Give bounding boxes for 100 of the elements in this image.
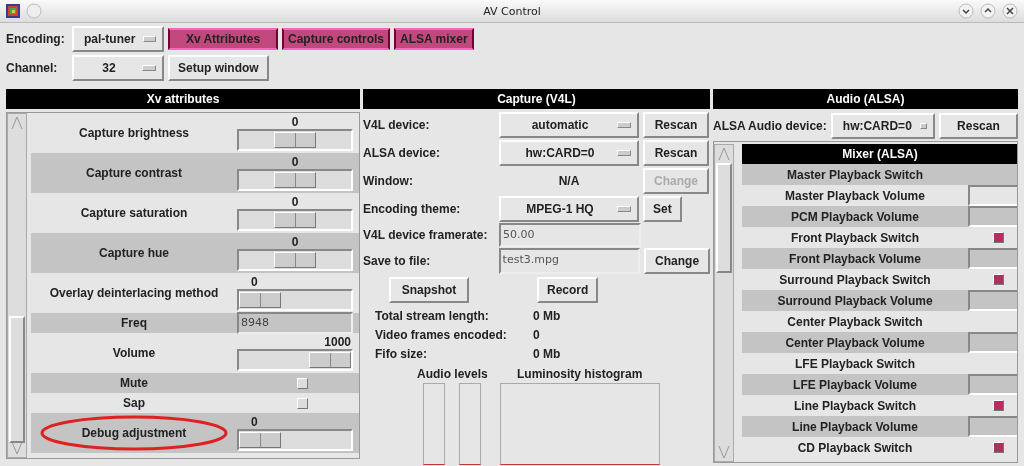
mixer-control-label: PCM Playback Volume	[790, 209, 920, 224]
stat-label: Total stream length:	[375, 308, 490, 323]
rescan-button[interactable]: Rescan	[938, 113, 1018, 139]
volume-field[interactable]	[968, 185, 1017, 206]
slider[interactable]	[237, 169, 353, 191]
field-label: Save to file:	[363, 254, 432, 268]
slider-thumb[interactable]	[309, 352, 351, 368]
window-title: AV Control	[483, 4, 541, 18]
window-value: N/A	[557, 174, 581, 188]
change-button[interactable]: Change	[644, 248, 710, 274]
slider[interactable]	[237, 349, 353, 371]
checkbox[interactable]	[993, 232, 1004, 243]
close-icon[interactable]	[1002, 3, 1018, 19]
slider[interactable]	[237, 129, 353, 151]
checkbox[interactable]	[297, 397, 308, 409]
stat-label: Fifo size:	[375, 346, 428, 361]
mixer-control-label: Master Playback Switch	[785, 167, 925, 182]
mixer-control-label: LFE Playback Volume	[792, 377, 918, 392]
checkbox[interactable]	[993, 442, 1004, 453]
slider[interactable]	[237, 429, 353, 451]
field-label: Encoding theme:	[363, 202, 462, 216]
set-button[interactable]: Set	[643, 196, 682, 222]
scrollbar[interactable]	[7, 113, 27, 458]
checkbox[interactable]	[993, 274, 1004, 285]
mixer-control-label: Front Playback Volume	[788, 251, 922, 266]
stat-value: 0	[533, 327, 540, 342]
slider-thumb[interactable]	[239, 432, 281, 448]
mixer-control-label: Surround Playback Switch	[778, 272, 932, 287]
encoding-theme-dropdown[interactable]: MPEG-1 HQ	[499, 196, 639, 222]
maximize-icon[interactable]	[980, 3, 996, 19]
slider-value: 0	[291, 235, 299, 249]
field-label: V4L device:	[363, 118, 431, 132]
histogram-label: Luminosity histogram	[517, 367, 643, 381]
encoding-label: Encoding:	[6, 32, 66, 46]
stat-value: 0 Mb	[533, 346, 561, 361]
slider[interactable]	[237, 209, 353, 231]
slider-thumb[interactable]	[274, 132, 316, 148]
attribute-label: Sap	[122, 396, 146, 410]
checkbox[interactable]	[297, 377, 308, 389]
attribute-label: Overlay deinterlacing method	[48, 286, 220, 300]
mixer-control-label: Center Playback Volume	[784, 335, 926, 350]
audio-levels-label: Audio levels	[417, 367, 488, 381]
mixer-control-label: Front Playback Switch	[789, 230, 920, 245]
alsa-device-dropdown[interactable]: hw:CARD=0	[499, 140, 639, 166]
alsa-audio-device-dropdown[interactable]: hw:CARD=0	[830, 113, 935, 139]
panel-header: Audio (ALSA)	[713, 89, 1018, 109]
file-field[interactable]: test3.mpg	[498, 248, 641, 274]
panel-header: Xv attributes	[6, 89, 360, 109]
slider-value: 0	[251, 275, 258, 289]
stat-value: 0 Mb	[533, 308, 561, 323]
attribute-label: Mute	[119, 376, 149, 390]
slider[interactable]	[237, 289, 353, 311]
minimize-icon[interactable]	[958, 3, 974, 19]
mixer-control-label: Master Playback Volume	[784, 188, 926, 203]
slider-thumb[interactable]	[274, 252, 316, 268]
mixer-control-label: Line Playback Volume	[791, 419, 919, 434]
volume-field[interactable]	[968, 248, 1017, 269]
field-label: V4L device framerate:	[363, 228, 489, 242]
v4l-device-dropdown[interactable]: automatic	[499, 112, 639, 138]
mixer-control-label: LFE Playback Switch	[793, 356, 916, 371]
channel-dropdown[interactable]: 32	[72, 55, 164, 81]
attribute-label: Volume	[111, 346, 157, 360]
field-label: ALSA device:	[363, 146, 441, 160]
snapshot-button[interactable]: Snapshot	[389, 277, 469, 303]
volume-field[interactable]	[968, 374, 1017, 395]
app-icon	[6, 4, 20, 18]
panel-header: Capture (V4L)	[363, 89, 710, 109]
slider-value: 1000	[324, 335, 351, 349]
volume-field[interactable]	[968, 206, 1017, 227]
framerate-field[interactable]: 50.00	[499, 223, 641, 247]
field-label: Window:	[363, 174, 414, 188]
mixer-control-label: Line Playback Switch	[792, 398, 917, 413]
attribute-label: Capture hue	[98, 246, 170, 260]
attribute-label: Capture contrast	[85, 166, 183, 180]
freq-field[interactable]: 8948	[237, 312, 353, 334]
slider-value: 0	[291, 155, 299, 169]
mixer-control-label: CD Playback Switch	[796, 440, 914, 455]
slider-value: 0	[291, 195, 299, 209]
channel-label: Channel:	[6, 61, 59, 75]
slider-thumb[interactable]	[274, 212, 316, 228]
rescan-button[interactable]: Rescan	[643, 140, 709, 166]
record-button[interactable]: Record	[537, 277, 599, 303]
slider[interactable]	[237, 249, 353, 271]
setup-window-button[interactable]: Setup window	[168, 55, 269, 81]
attribute-label: Capture saturation	[79, 206, 189, 220]
mixer-control-label: Surround Playback Volume	[776, 293, 934, 308]
checkbox[interactable]	[993, 400, 1004, 411]
field-label: ALSA Audio device:	[713, 119, 827, 133]
slider-thumb[interactable]	[239, 292, 281, 308]
stat-label: Video frames encoded:	[375, 327, 508, 342]
attribute-label: Capture brightness	[78, 126, 190, 140]
attribute-label: Freq	[120, 316, 148, 330]
volume-field[interactable]	[968, 290, 1017, 311]
slider-thumb[interactable]	[274, 172, 316, 188]
attribute-label: Debug adjustment	[80, 426, 188, 440]
slider-value: 0	[291, 115, 299, 129]
volume-field[interactable]	[968, 416, 1017, 437]
encoding-dropdown[interactable]: pal-tuner	[72, 26, 164, 52]
rescan-button[interactable]: Rescan	[643, 112, 709, 138]
volume-field[interactable]	[968, 332, 1017, 353]
